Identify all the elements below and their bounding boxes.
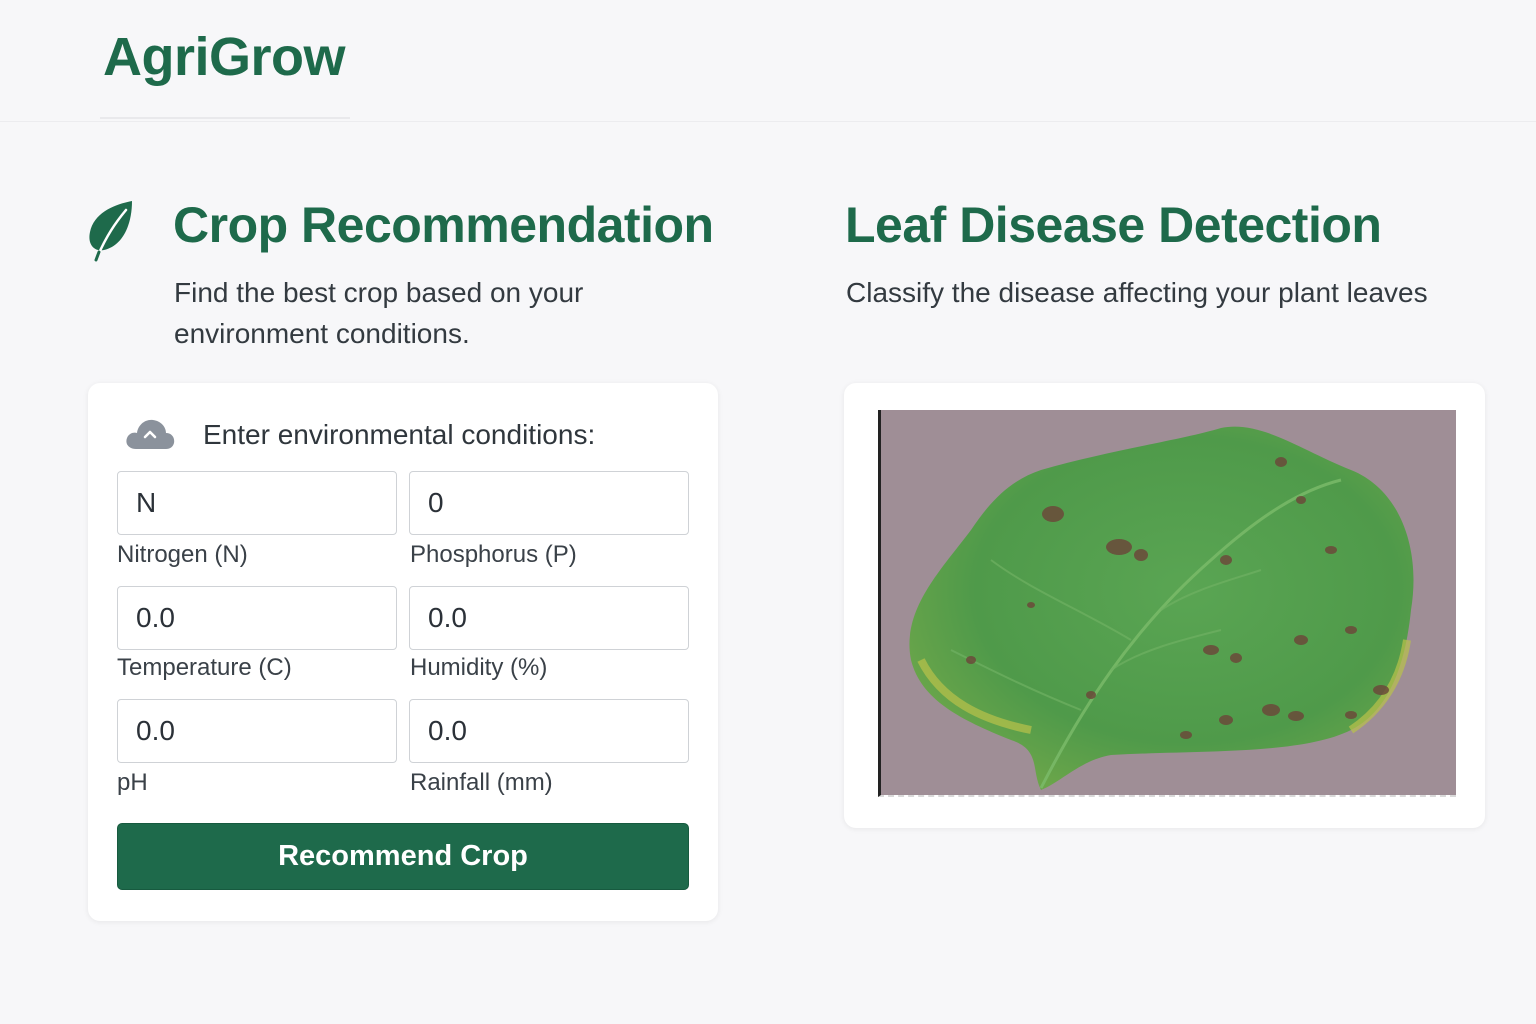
brand-underline <box>100 117 350 119</box>
rainfall-label: Rainfall (mm) <box>410 769 553 796</box>
humidity-input[interactable] <box>409 586 689 650</box>
form-heading: Enter environmental conditions: <box>203 419 596 450</box>
leaf-image[interactable] <box>878 410 1456 797</box>
ph-input[interactable] <box>117 699 397 763</box>
leaf-disease-title: Leaf Disease Detection <box>845 197 1382 253</box>
leaf-image-card <box>844 383 1485 828</box>
leaf-icon <box>89 201 132 262</box>
cloud-upload-icon <box>126 419 175 449</box>
phosphorus-label: Phosphorus (P) <box>410 541 577 568</box>
crop-recommendation-title: Crop Recommendation <box>173 197 714 253</box>
phosphorus-input[interactable] <box>409 471 689 535</box>
temperature-input[interactable] <box>117 586 397 650</box>
app-header: AgriGrow <box>0 0 1536 122</box>
crop-recommendation-subtitle: Find the best crop based on your environ… <box>174 277 584 349</box>
ph-label: pH <box>117 769 148 796</box>
leaf-disease-subtitle: Classify the disease affecting your plan… <box>846 277 1428 308</box>
brand-logo[interactable]: AgriGrow <box>103 26 346 88</box>
temperature-label: Temperature (C) <box>117 654 292 681</box>
nitrogen-input[interactable] <box>117 471 397 535</box>
nitrogen-label: Nitrogen (N) <box>117 541 248 568</box>
crop-form-card: Enter environmental conditions: Nitrogen… <box>88 383 718 921</box>
rainfall-input[interactable] <box>409 699 689 763</box>
recommend-crop-button[interactable]: Recommend Crop <box>117 823 689 890</box>
humidity-label: Humidity (%) <box>410 654 548 681</box>
